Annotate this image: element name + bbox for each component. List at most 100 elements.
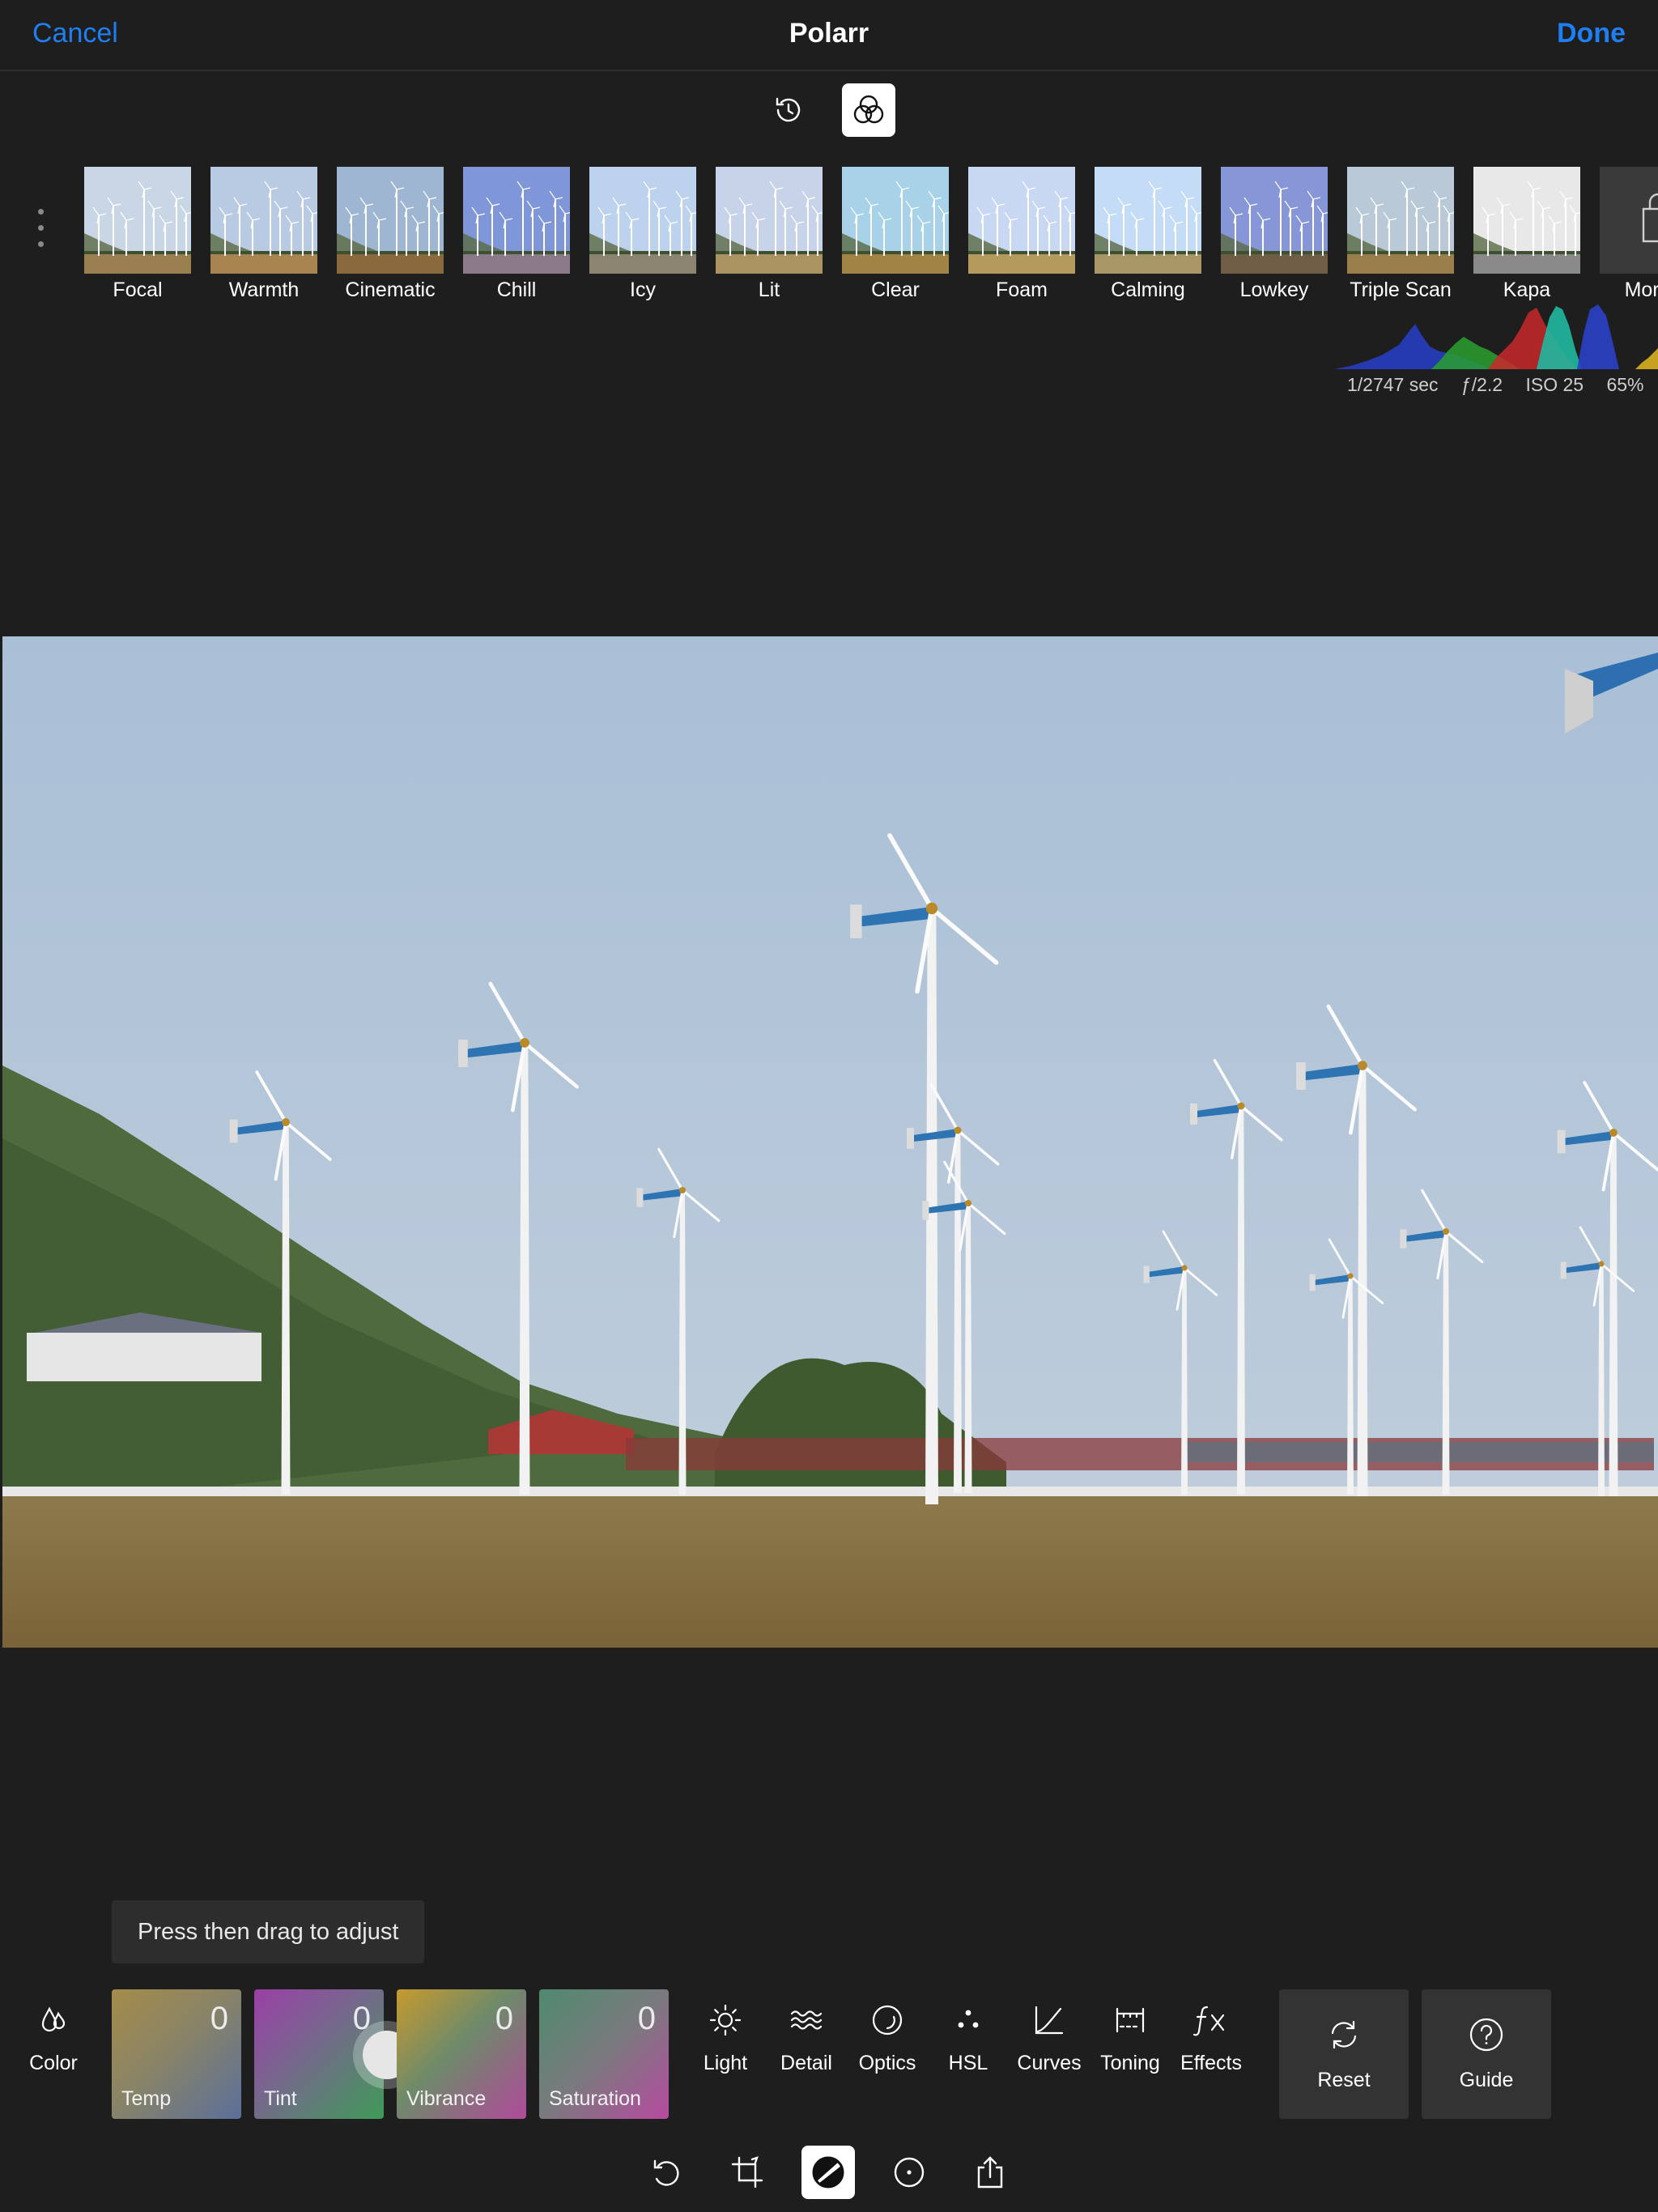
adjust-icon (812, 2156, 844, 2189)
saturation-slider[interactable]: 0 Saturation (539, 1989, 669, 2119)
filter-label: Icy (630, 279, 656, 301)
vibrance-slider[interactable]: 0 Vibrance (397, 1989, 526, 2119)
filter-lowkey[interactable]: Lowkey (1221, 167, 1328, 304)
top-toolbar (0, 83, 1658, 140)
light-tool-button[interactable]: Light (687, 1993, 764, 2091)
filter-focal[interactable]: Focal (84, 167, 191, 304)
filter-icy[interactable]: Icy (589, 167, 696, 304)
undo-icon (653, 2159, 679, 2186)
filter-options-icon[interactable] (34, 209, 47, 254)
exif-iso: ISO 25 (1525, 374, 1584, 395)
effects-tool-label: Effects (1180, 2052, 1242, 2074)
temp-label: Temp (121, 2087, 172, 2110)
filter-thumbnail (84, 167, 191, 274)
store-bag-icon (1642, 193, 1658, 243)
nav-bar: Cancel Polarr Done (0, 0, 1658, 71)
undo-button[interactable] (640, 2146, 693, 2199)
filter-kapa[interactable]: Kapa (1473, 167, 1580, 304)
filter-thumbnail (463, 167, 570, 274)
optics-tool-label: Optics (858, 2052, 916, 2074)
vibrance-value: 0 (495, 2001, 513, 2036)
dots-icon (958, 2010, 979, 2028)
filter-thumbnail (1347, 167, 1454, 274)
filter-clear[interactable]: Clear (842, 167, 949, 304)
guide-label: Guide (1459, 2069, 1514, 2091)
guide-button[interactable]: Guide (1422, 1989, 1551, 2119)
help-icon (1469, 2018, 1503, 2052)
filters-icon (853, 95, 884, 124)
sun-icon (709, 2004, 742, 2036)
effects-tool-button[interactable]: Effects (1172, 1993, 1250, 2091)
droplets-icon (41, 2006, 66, 2032)
filter-thumbnail (589, 167, 696, 274)
hsl-tool-button[interactable]: HSL (929, 1993, 1007, 2091)
history-icon (776, 97, 801, 122)
reset-icon (1331, 2020, 1357, 2049)
color-tool-button[interactable]: Color (15, 1993, 92, 2091)
wind-turbine-photo (2, 636, 1658, 1648)
filter-label: Warmth (228, 279, 300, 301)
curves-tool-label: Curves (1017, 2052, 1082, 2074)
saturation-value: 0 (637, 2001, 656, 2036)
filter-thumbnail (1221, 167, 1328, 274)
filter-cinematic[interactable]: Cinematic (337, 167, 444, 304)
filter-warmth[interactable]: Warmth (210, 167, 317, 304)
filter-label: Focal (113, 279, 163, 301)
color-tool-label: Color (29, 2052, 78, 2074)
histogram (1334, 304, 1658, 369)
photo-canvas[interactable] (2, 636, 1658, 1648)
vibrance-label: Vibrance (406, 2087, 487, 2110)
filter-triple-scan[interactable]: Triple Scan (1347, 167, 1454, 304)
local-adjust-button[interactable] (882, 2146, 936, 2199)
share-button[interactable] (963, 2146, 1017, 2199)
optics-tool-button[interactable]: Optics (848, 1993, 926, 2091)
exif-info: 1/2747 sec ƒ/2.2 ISO 25 65% (1347, 374, 1658, 396)
adjust-button[interactable] (801, 2146, 855, 2199)
crop-button[interactable] (721, 2146, 774, 2199)
filter-chill[interactable]: Chill (463, 167, 570, 304)
polarr-editor: Cancel Polarr Done Focal Warmth Cinematic C… (0, 0, 1658, 2212)
filter-thumbnail (716, 167, 823, 274)
filter-calming[interactable]: Calming (1095, 167, 1201, 304)
tint-label: Tint (264, 2087, 297, 2110)
light-tool-label: Light (703, 2052, 748, 2074)
filter-thumbnail (210, 167, 317, 274)
exif-zoom: 65% (1606, 374, 1644, 395)
local-adjust-icon (894, 2157, 925, 2188)
detail-tool-button[interactable]: Detail (767, 1993, 845, 2091)
filter-thumbnail (968, 167, 1075, 274)
filter-label: Kapa (1503, 279, 1551, 301)
app-title: Polarr (789, 18, 869, 49)
filter-strip: Focal Warmth Cinematic Chill Icy Lit Clear Foam… (84, 167, 1658, 304)
filter-thumbnail (842, 167, 949, 274)
filter-label: Triple Scan (1350, 279, 1452, 301)
filter-label: More f (1624, 279, 1658, 301)
reset-button[interactable]: Reset (1279, 1989, 1409, 2119)
filter-label: Calming (1111, 279, 1185, 301)
filter-label: Foam (996, 279, 1048, 301)
reset-label: Reset (1317, 2069, 1371, 2091)
lens-icon (872, 2005, 903, 2035)
filter-thumbnail (1095, 167, 1201, 274)
history-button[interactable] (762, 83, 815, 137)
toning-icon (1116, 2007, 1145, 2033)
filter-label: Cinematic (345, 279, 436, 301)
saturation-label: Saturation (549, 2087, 641, 2110)
done-button[interactable]: Done (1557, 18, 1626, 49)
filter-label: Lowkey (1239, 279, 1309, 301)
filter-thumbnail (1600, 167, 1658, 274)
waves-icon (790, 2010, 823, 2030)
filter-lit[interactable]: Lit (716, 167, 823, 304)
filter-more-f[interactable]: More f (1600, 167, 1658, 304)
share-icon (977, 2156, 1003, 2189)
filter-foam[interactable]: Foam (968, 167, 1075, 304)
curves-tool-button[interactable]: Curves (1010, 1993, 1088, 2091)
fx-icon (1192, 2006, 1225, 2036)
temp-slider[interactable]: 0 Temp (112, 1989, 241, 2119)
filter-label: Clear (871, 279, 920, 301)
filter-label: Lit (758, 279, 780, 301)
filter-label: Chill (496, 279, 537, 301)
toning-tool-button[interactable]: Toning (1091, 1993, 1169, 2091)
filters-button[interactable] (842, 83, 895, 137)
temp-value: 0 (210, 2001, 228, 2036)
